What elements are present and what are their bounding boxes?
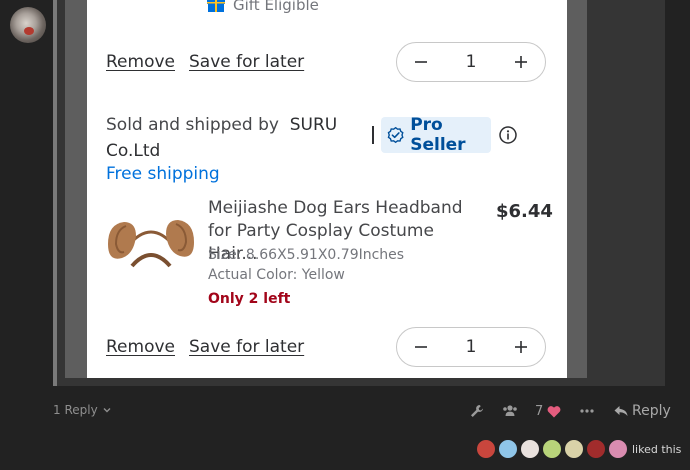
plus-icon [514, 56, 527, 68]
minus-icon [415, 61, 427, 63]
admin-wrench-button[interactable] [470, 404, 484, 418]
minus-icon [415, 346, 427, 348]
product-color: Actual Color: Yellow [208, 267, 345, 283]
reply-button[interactable]: Reply [614, 403, 671, 419]
wrench-icon [471, 405, 483, 417]
reply-label: Reply [632, 403, 671, 419]
seller-prefix: Sold and shipped by [106, 115, 279, 135]
who-liked-button[interactable] [502, 404, 518, 418]
save-for-later-link[interactable]: Save for later [189, 337, 304, 357]
post-actions: 7 Reply [0, 401, 690, 421]
quantity-stepper: 1 [396, 327, 546, 367]
liker-avatar[interactable] [564, 439, 584, 459]
low-stock-label: Only 2 left [208, 291, 291, 307]
pro-seller-label: Pro Seller [410, 115, 466, 155]
avatar-detail [24, 27, 34, 35]
info-icon[interactable] [499, 126, 517, 144]
decrease-quantity-button[interactable] [411, 52, 431, 72]
liker-avatar[interactable] [608, 439, 628, 459]
liker-avatar[interactable] [520, 439, 540, 459]
liked-this-label: liked this [632, 442, 682, 456]
product-thumbnail[interactable] [106, 206, 196, 276]
gift-eligible-row: Gift Eligible [207, 0, 319, 14]
more-options-button[interactable] [580, 409, 594, 413]
save-for-later-link[interactable]: Save for later [189, 52, 304, 72]
liker-avatar[interactable] [586, 439, 606, 459]
pro-seller-badge: Pro Seller [381, 115, 491, 155]
liker-avatar[interactable] [498, 439, 518, 459]
product-size: Size: 8.66X5.91X0.79Inches [208, 247, 405, 263]
quantity-value: 1 [465, 52, 477, 72]
increase-quantity-button[interactable] [511, 52, 531, 72]
product-price: $6.44 [496, 201, 553, 222]
quantity-stepper: 1 [396, 42, 546, 82]
remove-link[interactable]: Remove [106, 337, 175, 357]
users-icon [503, 405, 517, 416]
liked-by-row: liked this [476, 438, 681, 460]
verified-badge-icon [387, 126, 404, 144]
increase-quantity-button[interactable] [511, 337, 531, 357]
like-count: 7 [535, 403, 544, 419]
seller-info: Sold and shipped by SURU Co.Ltd [106, 112, 346, 164]
ellipsis-icon [580, 409, 594, 413]
gift-eligible-label: Gift Eligible [233, 0, 319, 14]
plus-icon [514, 341, 527, 353]
like-button[interactable]: 7 [535, 404, 561, 419]
liker-avatar[interactable] [542, 439, 562, 459]
liker-avatar[interactable] [476, 439, 496, 459]
heart-icon [547, 405, 561, 417]
gift-icon [207, 0, 225, 12]
remove-link[interactable]: Remove [106, 52, 175, 72]
quantity-value: 1 [465, 337, 477, 357]
forum-post: Gift Eligible Remove Save for later 1 So… [0, 0, 690, 470]
decrease-quantity-button[interactable] [411, 337, 431, 357]
free-shipping-label: Free shipping [106, 164, 220, 184]
separator [372, 126, 374, 144]
reply-arrow-icon [614, 406, 628, 416]
user-avatar[interactable] [10, 7, 46, 43]
